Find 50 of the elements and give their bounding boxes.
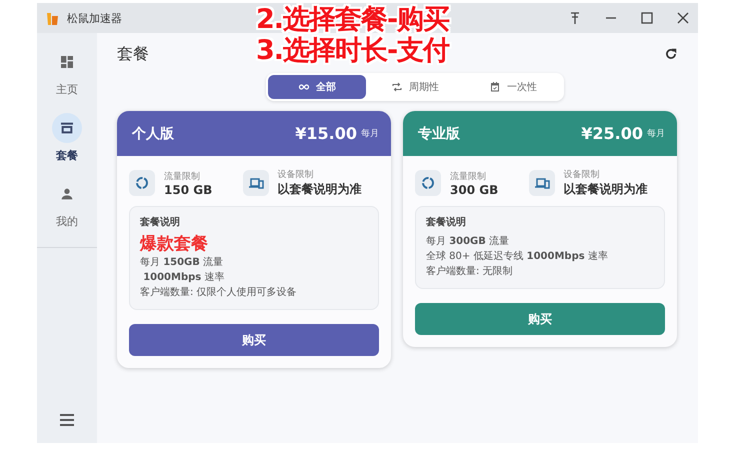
spec-label: 设备限制 xyxy=(564,168,601,181)
spec-label: 设备限制 xyxy=(278,168,315,181)
window-title: 松鼠加速器 xyxy=(67,10,122,26)
plan-price: ¥25.00 xyxy=(581,124,643,143)
devices-icon xyxy=(534,176,550,190)
menu-icon[interactable] xyxy=(59,413,75,427)
annotation-text: 3.选择时长-支付 xyxy=(256,35,450,66)
description-title: 套餐说明 xyxy=(140,216,181,229)
plan-price: ¥15.00 xyxy=(295,124,357,143)
tab[interactable]: 全部 xyxy=(268,75,366,99)
description-line: 客户端数量: 仅限个人使用可多设备 xyxy=(140,286,298,299)
dashboard-icon xyxy=(59,54,75,70)
description-title: 套餐说明 xyxy=(426,216,467,229)
person-icon xyxy=(59,186,75,202)
price-period: 每月 xyxy=(361,128,379,140)
calendar-icon xyxy=(489,81,501,93)
plan-name: 专业版 xyxy=(418,124,461,142)
highlight-text: 爆款套餐 xyxy=(140,234,209,254)
ring-icon xyxy=(421,176,435,190)
close-icon xyxy=(677,12,689,24)
ring-icon xyxy=(135,176,149,190)
page-title: 套餐 xyxy=(117,44,149,64)
devices-icon xyxy=(248,176,264,190)
spec-value: 以套餐说明为准 xyxy=(564,181,648,198)
repeat-icon xyxy=(391,81,403,93)
buy-button[interactable]: 购买 xyxy=(415,303,665,335)
annotation-text: 2.选择套餐-购买 xyxy=(256,4,450,35)
buy-button[interactable]: 购买 xyxy=(129,324,379,356)
app-logo-icon xyxy=(45,10,61,26)
tab[interactable]: 周期性 xyxy=(366,75,464,99)
price-period: 每月 xyxy=(647,128,665,140)
spec-value: 300 GB xyxy=(450,182,498,196)
store-icon xyxy=(59,120,75,136)
spec-label: 流量限制 xyxy=(450,170,487,182)
maximize-icon xyxy=(641,12,653,24)
sidebar-item[interactable]: 我的 xyxy=(37,173,97,239)
sidebar-item[interactable]: 主页 xyxy=(37,41,97,107)
description-line: 每月 300GB 流量 xyxy=(426,234,510,248)
refresh-icon[interactable] xyxy=(664,47,678,61)
description-line: 全球 80+ 低延迟专线 1000Mbps 速率 xyxy=(426,250,609,263)
description-line: 1000Mbps 速率 xyxy=(142,270,226,284)
pin-icon xyxy=(568,11,582,25)
spec-value: 以套餐说明为准 xyxy=(278,181,362,198)
description-line: 每月 150GB 流量 xyxy=(140,256,224,269)
sidebar-item[interactable]: 套餐 xyxy=(37,107,97,173)
description-line: 客户端数量: 无限制 xyxy=(426,264,514,278)
plan-name: 个人版 xyxy=(132,124,175,142)
spec-label: 流量限制 xyxy=(164,170,201,182)
spec-value: 150 GB xyxy=(164,182,212,196)
tab[interactable]: 一次性 xyxy=(464,75,562,99)
